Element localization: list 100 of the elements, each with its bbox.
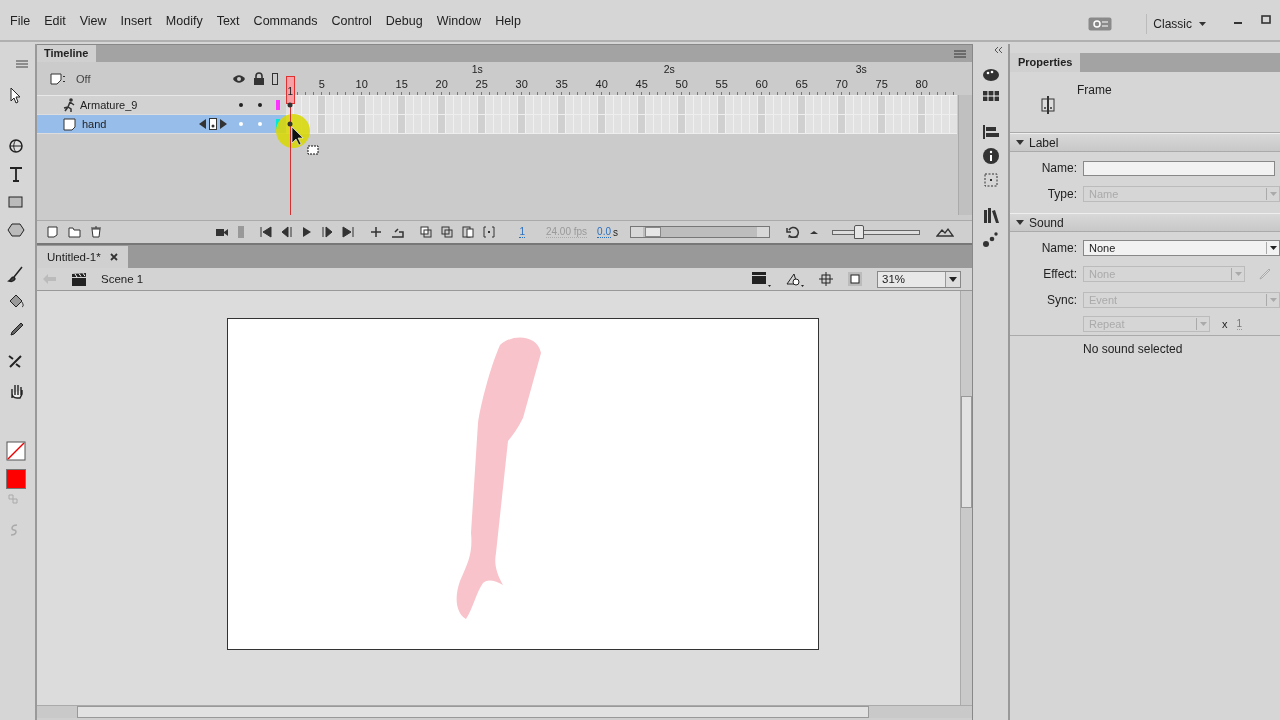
onion-markers-icon[interactable] bbox=[483, 226, 496, 238]
frame-number: 70 bbox=[834, 77, 849, 92]
onion-outline-icon[interactable] bbox=[441, 226, 454, 238]
edit-symbols-icon[interactable] bbox=[751, 271, 771, 287]
frame-number: 60 bbox=[754, 77, 769, 92]
dropdown-arrow-icon bbox=[1199, 322, 1207, 326]
folder-icon[interactable] bbox=[68, 226, 81, 238]
object-type: Frame bbox=[1077, 83, 1112, 97]
brush-icon[interactable] bbox=[5, 264, 26, 284]
edit-frames-icon[interactable] bbox=[462, 226, 475, 238]
lock-icon[interactable] bbox=[252, 72, 265, 85]
dropdown-arrow-icon bbox=[1269, 246, 1277, 250]
stroke-color-swatch[interactable] bbox=[5, 441, 26, 461]
dot-icon[interactable] bbox=[257, 122, 262, 126]
seconds-label: 1s bbox=[471, 62, 484, 76]
times-label: x bbox=[1222, 318, 1228, 330]
scrollbar[interactable] bbox=[37, 705, 972, 718]
layer-color-marker[interactable] bbox=[275, 100, 280, 110]
info-icon[interactable] bbox=[981, 147, 1000, 165]
menu-item[interactable]: Help bbox=[488, 12, 528, 30]
playhead[interactable]: 1 bbox=[285, 76, 295, 215]
center-frame-icon[interactable] bbox=[370, 226, 383, 238]
section-header[interactable]: Sound bbox=[1010, 213, 1280, 232]
document-tab[interactable]: Untitled-1* bbox=[37, 246, 128, 268]
dropdown[interactable]: None bbox=[1083, 240, 1280, 256]
large-frames-icon[interactable] bbox=[936, 226, 954, 238]
swap-colors-icon[interactable] bbox=[6, 493, 19, 505]
loop-playback-icon[interactable] bbox=[786, 226, 800, 238]
polygon-tool-icon[interactable] bbox=[5, 220, 26, 240]
workspace-switcher[interactable]: Classic bbox=[1146, 14, 1212, 34]
section-title: Label bbox=[1029, 135, 1059, 150]
trash-icon[interactable] bbox=[90, 226, 102, 238]
layer-icon bbox=[63, 117, 76, 131]
new-layer-icon[interactable] bbox=[47, 226, 59, 238]
dot-icon[interactable] bbox=[238, 122, 243, 126]
seconds-label: 2s bbox=[663, 62, 676, 76]
dropdown-arrow-icon bbox=[1269, 192, 1277, 196]
onion-skin-icon[interactable] bbox=[420, 226, 433, 238]
edit-scene-icon[interactable] bbox=[785, 271, 805, 287]
scrollbar[interactable] bbox=[960, 291, 972, 705]
layer-row[interactable]: hand bbox=[37, 115, 286, 134]
section-header[interactable]: Label bbox=[1010, 133, 1280, 152]
crosshair-icon[interactable] bbox=[819, 272, 833, 286]
onion-skin-icon[interactable] bbox=[50, 72, 66, 85]
previous-keyframe-icon[interactable] bbox=[198, 119, 206, 129]
next-keyframe-icon[interactable] bbox=[219, 119, 227, 129]
onion-skin-mode[interactable]: Off bbox=[76, 72, 91, 85]
clapperboard-icon[interactable] bbox=[71, 272, 87, 286]
close-icon[interactable] bbox=[109, 253, 118, 261]
frame-number: 65 bbox=[794, 77, 809, 92]
menu-item[interactable]: Window bbox=[429, 12, 489, 30]
scene-name[interactable]: Scene 1 bbox=[101, 273, 144, 285]
text-field[interactable] bbox=[1083, 160, 1275, 176]
frame-icon bbox=[1040, 96, 1056, 114]
transform-icon[interactable] bbox=[981, 171, 1000, 189]
caret-icon bbox=[1199, 22, 1206, 26]
clip-stage-icon[interactable] bbox=[847, 271, 863, 287]
timeline-tab[interactable]: Timeline bbox=[37, 45, 97, 62]
sync-settings-icon[interactable] bbox=[1088, 17, 1113, 31]
status-text: No sound selected bbox=[1083, 342, 1183, 356]
collapse-panels-icon[interactable] bbox=[992, 47, 1003, 53]
menu-item[interactable]: Insert bbox=[113, 12, 159, 30]
menu-item[interactable]: Commands bbox=[246, 12, 325, 30]
scrollbar[interactable] bbox=[958, 95, 972, 215]
dot-icon[interactable] bbox=[257, 103, 262, 107]
frame-number: 45 bbox=[634, 77, 649, 92]
menu-item[interactable]: Edit bbox=[37, 12, 73, 30]
running-figure-icon bbox=[62, 98, 76, 112]
seconds-label: 3s bbox=[855, 62, 867, 76]
zoom-dropdown[interactable]: 31% bbox=[877, 270, 961, 288]
camera-icon[interactable] bbox=[215, 226, 230, 238]
outline-icon[interactable] bbox=[271, 72, 278, 85]
expanded-triangle-icon bbox=[1016, 219, 1024, 227]
align-icon[interactable] bbox=[981, 123, 1000, 141]
library-icon[interactable] bbox=[981, 207, 1000, 225]
field-label: Effect: bbox=[1042, 267, 1077, 281]
step-forward-icon[interactable] bbox=[321, 226, 334, 238]
keyframe-icon[interactable] bbox=[208, 118, 217, 130]
fill-color-swatch[interactable] bbox=[5, 469, 26, 489]
menu-item[interactable]: Text bbox=[209, 12, 247, 30]
layer-row[interactable]: Armature_9 bbox=[37, 96, 286, 115]
menu-item[interactable]: View bbox=[72, 12, 114, 30]
properties-tab[interactable]: Properties bbox=[1010, 53, 1081, 72]
motion-presets-icon[interactable] bbox=[981, 231, 1000, 249]
play-icon[interactable] bbox=[302, 226, 313, 238]
frame-number: 10 bbox=[354, 77, 369, 92]
menu-item[interactable]: Control bbox=[324, 12, 379, 30]
menu-item[interactable]: File bbox=[3, 12, 38, 30]
menu-item[interactable]: Modify bbox=[158, 12, 210, 30]
maximize-icon[interactable] bbox=[1259, 14, 1273, 26]
eye-icon[interactable] bbox=[231, 73, 246, 84]
scrollbar[interactable] bbox=[630, 226, 770, 238]
step-back-icon[interactable] bbox=[281, 226, 294, 238]
field-label: Name: bbox=[1040, 161, 1077, 175]
dropdown-arrow-icon bbox=[949, 276, 957, 282]
dot-icon[interactable] bbox=[238, 103, 243, 107]
menu-item[interactable]: Debug bbox=[378, 12, 430, 30]
first-frame-icon[interactable] bbox=[260, 226, 273, 238]
layer-name: hand bbox=[82, 118, 107, 130]
last-frame-icon[interactable] bbox=[342, 226, 355, 238]
